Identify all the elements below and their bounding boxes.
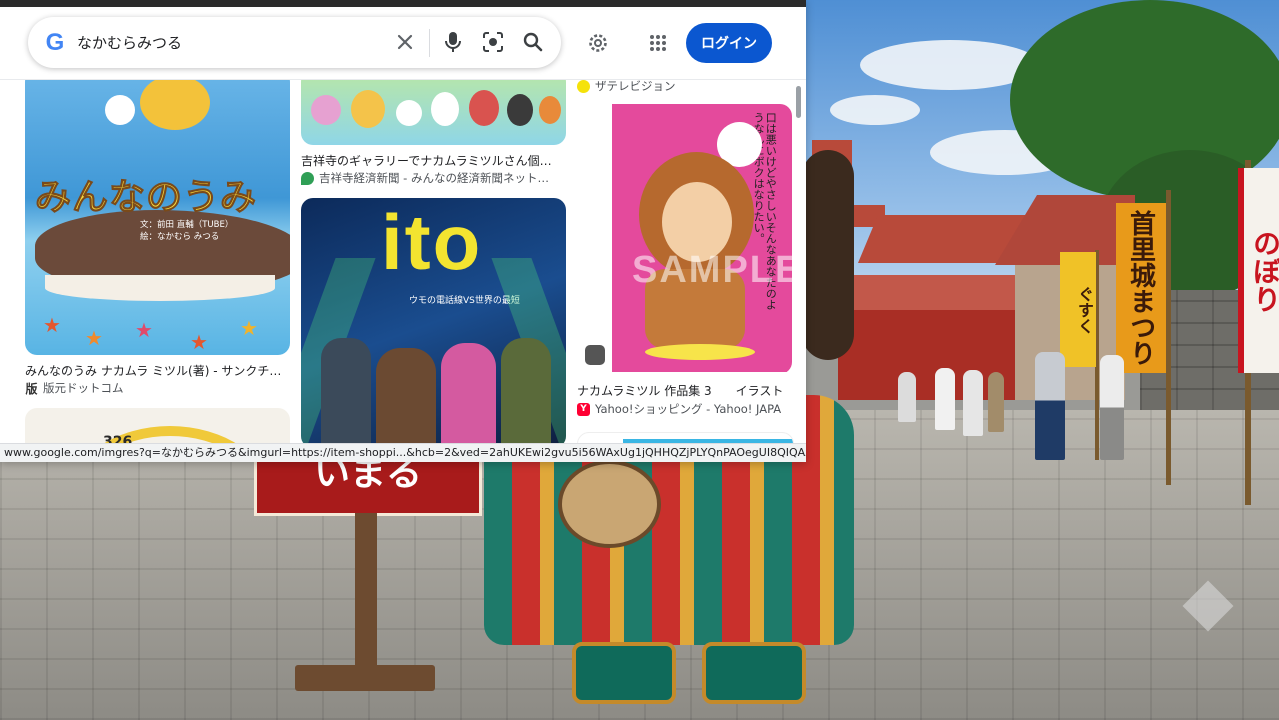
banner-text: ぐすく — [1075, 285, 1094, 334]
character — [311, 95, 341, 125]
apps-grid-icon[interactable] — [645, 30, 671, 56]
window-titlebar — [0, 0, 806, 7]
clear-icon[interactable] — [392, 29, 418, 55]
character — [431, 92, 459, 126]
character — [507, 94, 533, 126]
starfish-icon: ★ — [43, 313, 61, 337]
banner-nobori: のぼり — [1238, 168, 1279, 373]
sample-watermark: SAMPLE — [632, 249, 792, 291]
search-bar[interactable]: G なかむらみつる — [28, 17, 561, 68]
link-status-bar: www.google.com/imgres?q=なかむらみつる&imgurl=h… — [0, 443, 806, 462]
browser-window: G なかむらみつる ログイン みんなのうみ 文：前田 直輔（TUBE） 絵：なか… — [0, 0, 806, 462]
figure-shoe — [572, 642, 676, 704]
starfish-icon: ★ — [240, 316, 258, 340]
search-icon[interactable] — [520, 29, 546, 55]
artwork-title: みんなのうみ — [34, 176, 258, 219]
character — [351, 90, 385, 128]
result-source-label: 版元ドットコム — [43, 381, 124, 395]
whale-belly — [45, 275, 275, 301]
result-title[interactable]: みんなのうみ ナカムラ ミツル(著) - サンクチ… — [25, 362, 290, 379]
artwork-subtitle: ウモの電話線VS世界の最短 — [409, 296, 520, 306]
sun-character — [140, 80, 210, 130]
banner-shuri-festival: 首里城まつり — [1116, 203, 1166, 373]
lens-icon[interactable] — [480, 29, 506, 55]
banner-pole — [1166, 190, 1171, 485]
yellow-shadow — [645, 344, 755, 360]
anime-character — [501, 338, 551, 448]
settings-icon[interactable] — [585, 30, 611, 56]
starfish-icon: ★ — [135, 318, 153, 342]
wooden-sign: いまる — [254, 455, 482, 516]
cloud-character — [105, 95, 135, 125]
anime-character — [376, 348, 436, 448]
sign-post — [355, 513, 377, 688]
banner-text: 首里城まつり — [1125, 210, 1156, 366]
tv-site-icon — [577, 80, 590, 93]
result-image-ito[interactable]: ito ウモの電話線VS世界の最短 — [301, 198, 566, 448]
result-title[interactable]: ナカムラミツル 作品集 3 イラスト — [577, 382, 792, 399]
microphone-icon[interactable] — [440, 29, 466, 55]
tourist — [898, 372, 916, 422]
tourist — [963, 370, 983, 436]
search-input[interactable]: なかむらみつる — [77, 32, 182, 53]
result-source[interactable]: Y Yahoo!ショッピング - Yahoo! JAPA — [577, 401, 792, 417]
news-site-icon — [301, 171, 314, 185]
result-image-minna-no-umi[interactable]: みんなのうみ 文：前田 直輔（TUBE） 絵：なかむら みつる ★ ★ ★ ★ … — [25, 80, 290, 355]
figure-shoe — [702, 642, 806, 704]
starfish-icon: ★ — [85, 326, 103, 350]
result-title[interactable]: 吉祥寺のギャラリーでナカムラミツルさん個… — [301, 152, 566, 169]
banner-gusuku: ぐすく — [1060, 252, 1096, 367]
character — [469, 90, 499, 126]
result-source-label: 吉祥寺経済新聞 - みんなの経済新聞ネット… — [319, 171, 549, 185]
artwork-title: ito — [381, 198, 483, 286]
search-divider — [429, 29, 430, 57]
result-image-kichijoji-gallery[interactable] — [301, 80, 566, 145]
result-source[interactable]: ザテレビジョン — [577, 80, 792, 94]
result-source[interactable]: 吉祥寺経済新聞 - みんなの経済新聞ネット… — [301, 170, 566, 186]
tourist — [1035, 352, 1065, 460]
banner-text: のぼり — [1249, 228, 1279, 313]
red-building-roof — [830, 275, 1030, 310]
product-tag-icon — [585, 345, 605, 365]
anime-character — [321, 338, 371, 448]
results-scrollbar[interactable] — [796, 86, 801, 118]
anime-character — [441, 343, 496, 448]
google-logo-icon[interactable]: G — [42, 30, 68, 56]
image-results-grid: みんなのうみ 文：前田 直輔（TUBE） 絵：なかむら みつる ★ ★ ★ ★ … — [0, 80, 806, 462]
character — [539, 96, 561, 124]
result-source[interactable]: 版 版元ドットコム — [25, 380, 290, 396]
tourist — [988, 372, 1004, 432]
character — [396, 100, 422, 126]
artwork-credits: 文：前田 直輔（TUBE） 絵：なかむら みつる — [140, 220, 234, 242]
login-button[interactable]: ログイン — [686, 23, 772, 63]
shamisen-instrument — [558, 460, 661, 548]
figure-hair — [802, 150, 854, 360]
tourist — [935, 368, 955, 430]
result-source-label: ザテレビジョン — [595, 80, 676, 93]
tourist — [1100, 355, 1124, 460]
yahoo-icon: Y — [577, 402, 590, 416]
result-source-label: Yahoo!ショッピング - Yahoo! JAPA — [595, 402, 782, 416]
cloud — [830, 95, 920, 125]
publisher-icon: 版 — [25, 381, 38, 396]
sign-base — [295, 665, 435, 691]
starfish-icon: ★ — [190, 330, 208, 354]
result-image-works-collection[interactable]: 口は悪いけどやさしいそんなあなたのようなんにボクはなりたい。 SAMPLE — [577, 104, 792, 374]
